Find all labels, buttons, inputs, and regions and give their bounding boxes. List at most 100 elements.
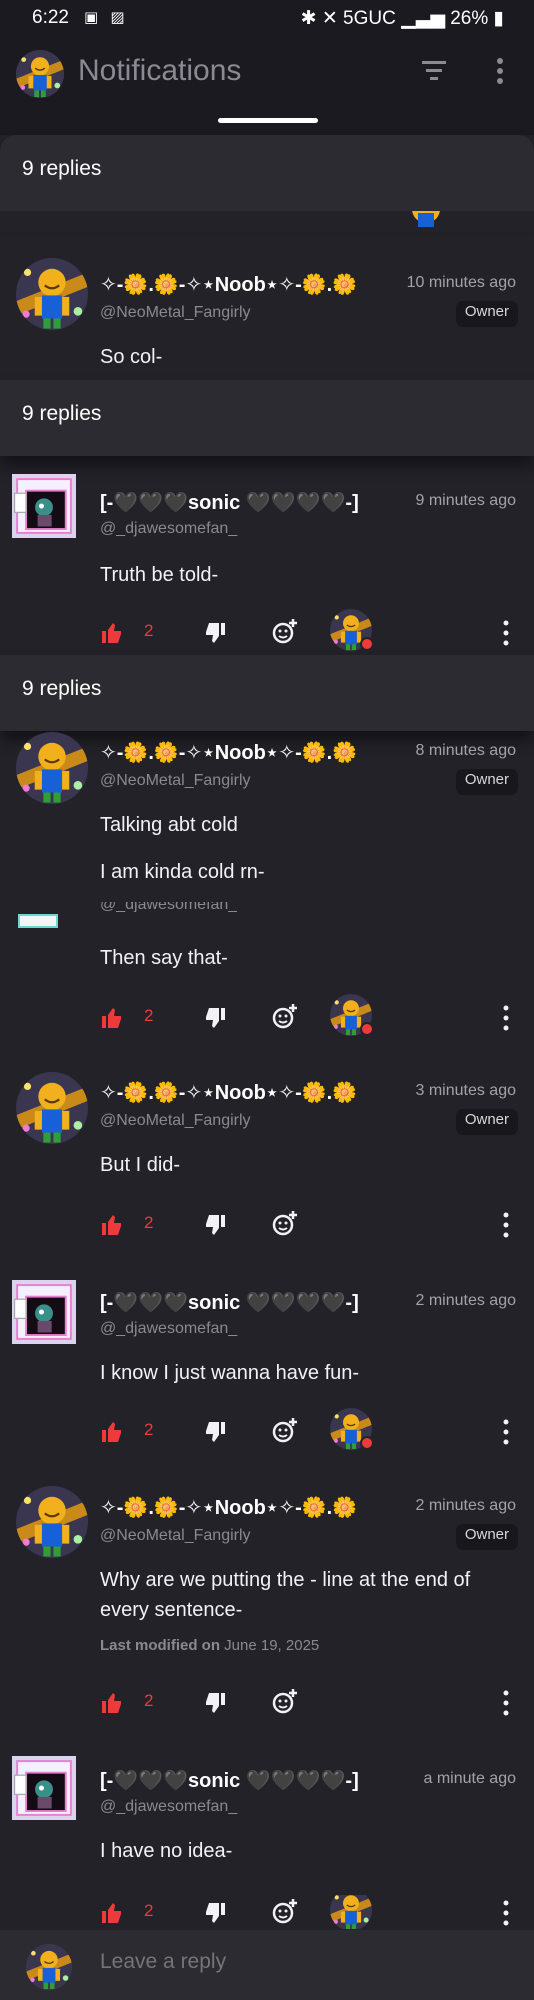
comment-text: I have no idea- xyxy=(100,1840,233,1862)
comment-handle[interactable]: @_djawesomefan_ xyxy=(100,902,237,912)
mute-icon: ✕ xyxy=(321,8,338,29)
avatar[interactable] xyxy=(16,732,88,804)
more-options-icon[interactable] xyxy=(500,1004,512,1032)
avatar xyxy=(26,1944,72,1990)
comment-time: 10 minutes ago xyxy=(406,274,516,291)
thumbs-up-icon[interactable] xyxy=(100,1901,124,1925)
status-time: 6:22 xyxy=(32,7,69,28)
like-count: 2 xyxy=(144,1691,154,1710)
comment-handle[interactable]: @NeoMetal_Fangirly xyxy=(100,772,251,790)
comment-author[interactable]: ✧-🌼.🌼-✧⋆Noob⋆✧-🌼.🌼 xyxy=(100,740,357,765)
like-count: 2 xyxy=(144,1420,154,1439)
add-reaction-icon[interactable] xyxy=(271,1687,299,1715)
more-options-icon[interactable] xyxy=(500,1899,512,1927)
avatar[interactable] xyxy=(16,258,88,330)
comment-time: 8 minutes ago xyxy=(415,742,516,759)
more-options-icon[interactable] xyxy=(500,1211,512,1239)
comment-handle[interactable]: @_djawesomefan_ xyxy=(100,1320,237,1338)
comment-handle[interactable]: @NeoMetal_Fangirly xyxy=(100,1527,251,1545)
reply-count-banner[interactable]: 9 replies xyxy=(0,135,534,211)
avatar xyxy=(412,211,440,227)
comment-handle[interactable]: @_djawesomefan_ xyxy=(100,520,237,538)
comment-handle[interactable]: @_djawesomefan_ xyxy=(100,1798,237,1816)
battery-icon: ▮ xyxy=(493,8,504,29)
like-count: 2 xyxy=(144,1901,154,1920)
add-reaction-icon[interactable] xyxy=(271,1002,299,1030)
avatar[interactable] xyxy=(18,914,58,928)
add-reaction-icon[interactable] xyxy=(271,1416,299,1444)
thumbs-up-icon[interactable] xyxy=(100,621,124,645)
thumbs-up-icon[interactable] xyxy=(100,1691,124,1715)
avatar[interactable] xyxy=(12,1280,76,1344)
last-modified: Last modified on June 19, 2025 xyxy=(100,1637,319,1654)
drag-handle[interactable] xyxy=(218,118,318,123)
comment-handle[interactable]: @NeoMetal_Fangirly xyxy=(100,1112,251,1130)
last-modified-label: Last modified on xyxy=(100,1637,220,1654)
more-options-icon[interactable] xyxy=(500,1689,512,1717)
comment-author[interactable]: ✧-🌼.🌼-✧⋆Noob⋆✧-🌼.🌼 xyxy=(100,272,357,297)
more-options-icon[interactable] xyxy=(500,619,512,647)
comment-handle[interactable]: @NeoMetal_Fangirly xyxy=(100,304,251,322)
comment-time: 2 minutes ago xyxy=(415,1292,516,1309)
heart-icon xyxy=(360,1436,374,1450)
avatar[interactable] xyxy=(16,1072,88,1144)
owner-badge: Owner xyxy=(455,1524,518,1550)
comment-author[interactable]: ✧-🌼.🌼-✧⋆Noob⋆✧-🌼.🌼 xyxy=(100,1495,357,1520)
reply-count: 9 replies xyxy=(22,677,102,700)
thumbs-up-icon[interactable] xyxy=(100,1420,124,1444)
comment-time: 2 minutes ago xyxy=(415,1497,516,1514)
avatar[interactable] xyxy=(12,1756,76,1820)
comment-text: But I did- xyxy=(100,1154,181,1176)
network-label: 5GUC xyxy=(343,8,396,29)
comment-text: Why are we putting the - line at the end… xyxy=(100,1569,471,1621)
comment-author[interactable]: [-🖤🖤🖤sonic 🖤🖤🖤🖤-] xyxy=(100,1290,359,1315)
comment-text: Then say that- xyxy=(100,947,228,969)
owner-badge: Owner xyxy=(455,1109,518,1135)
comment-actions: 2 xyxy=(0,609,534,655)
reply-count-banner[interactable]: 9 replies xyxy=(0,380,534,456)
app-bar: Notifications xyxy=(0,40,534,135)
bluetooth-icon: ✱ xyxy=(300,8,317,29)
thumbs-up-icon[interactable] xyxy=(100,1213,124,1237)
comment-text: Talking abt cold xyxy=(100,814,238,836)
comment-actions: 2 xyxy=(0,994,534,1040)
heart-icon xyxy=(360,1022,374,1036)
reply-bar xyxy=(0,1930,534,2000)
add-reaction-icon[interactable] xyxy=(271,1209,299,1237)
avatar[interactable] xyxy=(16,50,64,98)
comment-actions: 2 xyxy=(0,1685,534,1725)
add-reaction-icon[interactable] xyxy=(271,1897,299,1925)
last-modified-date: June 19, 2025 xyxy=(224,1637,320,1654)
thumbs-down-icon[interactable] xyxy=(203,1901,227,1925)
reply-count-banner[interactable]: 9 replies xyxy=(0,655,534,731)
comment-text: I am kinda cold rn- xyxy=(100,861,265,883)
thumbs-down-icon[interactable] xyxy=(203,1006,227,1030)
avatar[interactable] xyxy=(16,1486,88,1558)
comment-text: So col- xyxy=(100,346,163,368)
comment-author[interactable]: [-🖤🖤🖤sonic 🖤🖤🖤🖤-] xyxy=(100,1768,359,1793)
like-count: 2 xyxy=(144,1006,154,1025)
thumbs-up-icon[interactable] xyxy=(100,1006,124,1030)
page-title: Notifications xyxy=(78,54,242,87)
comment-actions: 2 xyxy=(0,1408,534,1454)
filter-icon[interactable] xyxy=(420,58,448,82)
thumbs-down-icon[interactable] xyxy=(203,621,227,645)
add-reaction-icon[interactable] xyxy=(271,617,299,645)
reply-input[interactable] xyxy=(100,1950,500,1974)
thumbs-down-icon[interactable] xyxy=(203,1691,227,1715)
more-options-icon[interactable] xyxy=(494,56,506,86)
comment-time: 9 minutes ago xyxy=(415,492,516,509)
reactor-avatar[interactable] xyxy=(330,1895,372,1929)
avatar[interactable] xyxy=(12,474,76,538)
status-right: ✱ ✕ 5GUC ▁▃▅ 26% ▮ xyxy=(301,7,504,30)
comment-author[interactable]: [-🖤🖤🖤sonic 🖤🖤🖤🖤-] xyxy=(100,490,359,515)
reply-count: 9 replies xyxy=(22,157,102,180)
comment-author[interactable]: ✧-🌼.🌼-✧⋆Noob⋆✧-🌼.🌼 xyxy=(100,1080,357,1105)
more-options-icon[interactable] xyxy=(500,1418,512,1446)
battery-label: 26% xyxy=(450,8,489,29)
comment-actions: 2 xyxy=(0,1207,534,1247)
thumbs-down-icon[interactable] xyxy=(203,1213,227,1237)
notification-icons: ▣ ▨ xyxy=(84,9,129,26)
collapsed-action-row xyxy=(0,211,534,231)
thumbs-down-icon[interactable] xyxy=(203,1420,227,1444)
